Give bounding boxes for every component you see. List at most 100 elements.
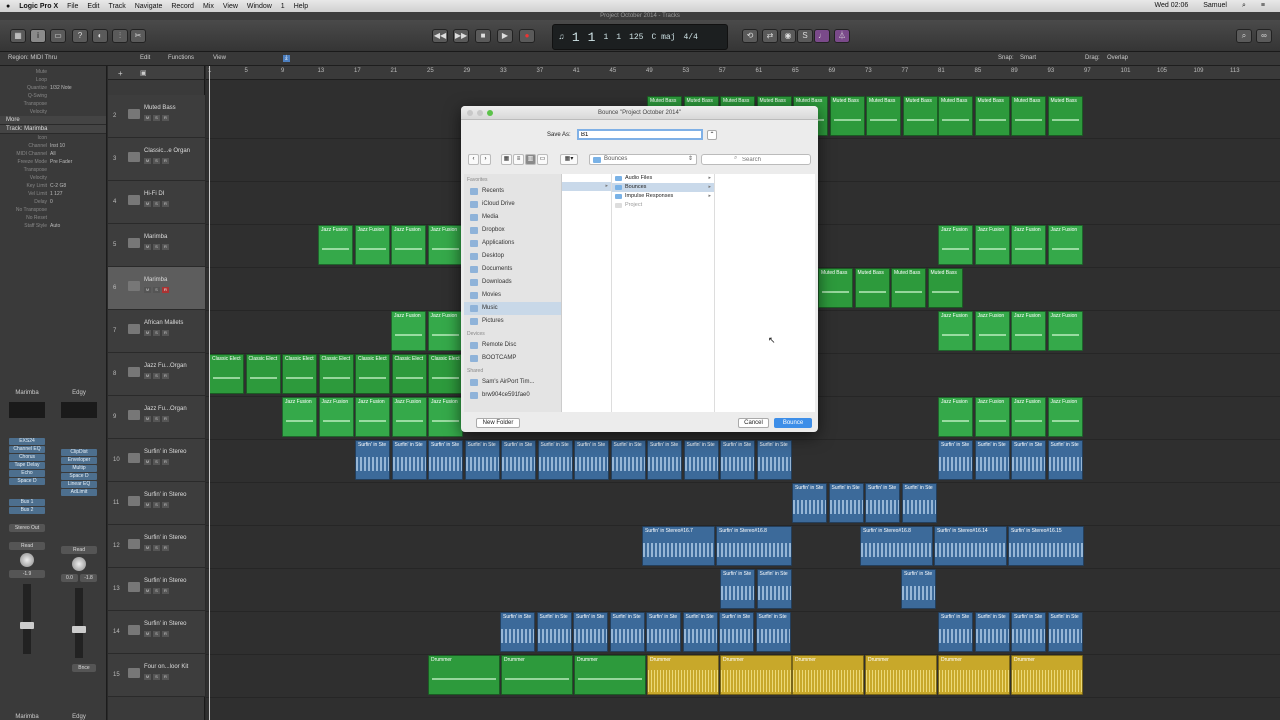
region[interactable]: Surfin' in Ste: [901, 483, 937, 523]
quick-help-icon[interactable]: ?: [72, 29, 88, 43]
search-input[interactable]: [701, 154, 811, 165]
track-icon[interactable]: [128, 668, 140, 678]
track-icon[interactable]: [128, 195, 140, 205]
track-name[interactable]: Jazz Fu...Organ: [144, 363, 187, 369]
record-enable-button[interactable]: R: [162, 588, 169, 594]
region[interactable]: Surfin' in Ste: [646, 612, 681, 652]
project-folder-row[interactable]: ▸: [562, 182, 611, 191]
region[interactable]: Surfin' in Ste: [1047, 612, 1083, 652]
track-name[interactable]: Muted Bass: [144, 105, 176, 111]
menu-view[interactable]: View: [223, 3, 238, 10]
region[interactable]: Surfin' in Ste: [683, 440, 719, 480]
fx-slot[interactable]: Linear EQ: [61, 481, 97, 488]
track-header[interactable]: 15 Four on...loor Kit M S R: [108, 654, 205, 697]
editors-icon[interactable]: ✂: [130, 29, 146, 43]
pan-knob[interactable]: [20, 553, 34, 567]
region[interactable]: Surfin' in Ste: [755, 612, 791, 652]
solo-button[interactable]: S: [153, 674, 160, 680]
menu-record[interactable]: Record: [171, 3, 194, 10]
fx-slot[interactable]: ClipDist: [61, 449, 97, 456]
track-name[interactable]: Surfin' in Stereo: [144, 449, 187, 455]
record-enable-button[interactable]: R: [162, 674, 169, 680]
param-row[interactable]: Loop: [0, 76, 106, 84]
record-enable-button[interactable]: R: [162, 158, 169, 164]
region[interactable]: Surfin' in Ste: [536, 612, 572, 652]
region[interactable]: Surfin' in Ste: [974, 440, 1010, 480]
solo-button[interactable]: S: [153, 115, 160, 121]
region[interactable]: Drummer: [1011, 655, 1083, 695]
region[interactable]: Drummer: [428, 655, 500, 695]
region[interactable]: Jazz Fusion: [938, 225, 973, 265]
region[interactable]: Drummer: [865, 655, 937, 695]
track-header[interactable]: 9 Jazz Fu...Organ M S R: [108, 396, 205, 439]
bar-ruler[interactable]: 1591317212529333741454953576165697377818…: [206, 66, 1280, 80]
region[interactable]: Surfin' in Stereo#16.8: [716, 526, 792, 566]
mute-button[interactable]: M: [144, 330, 151, 336]
fx-slot[interactable]: Enveloper: [61, 457, 97, 464]
track-header[interactable]: 10 Surfin' in Stereo M S R: [108, 439, 205, 482]
record-enable-button[interactable]: R: [162, 330, 169, 336]
region[interactable]: Surfin' in Ste: [792, 483, 827, 523]
region[interactable]: Surfin' in Ste: [756, 569, 792, 609]
browser-column-1[interactable]: ▸: [562, 174, 612, 412]
region[interactable]: Drummer: [720, 655, 792, 695]
track-name[interactable]: Marimba: [144, 234, 167, 240]
fx-slot[interactable]: Channel EQ: [9, 446, 45, 453]
track-name[interactable]: Surfin' in Stereo: [144, 621, 187, 627]
solo-icon[interactable]: S: [797, 29, 813, 43]
cycle-icon[interactable]: ⟲: [742, 29, 758, 43]
region[interactable]: Jazz Fusion: [1011, 397, 1046, 437]
save-as-input[interactable]: [577, 129, 703, 140]
track-header[interactable]: 3 Classic...e Organ M S R: [108, 138, 205, 181]
sidebar-item[interactable]: Desktop: [464, 250, 561, 263]
param-row[interactable]: No Reset: [0, 214, 106, 222]
region[interactable]: Classic Elect: [282, 354, 317, 394]
catch-icon[interactable]: ⤓: [283, 55, 290, 62]
region[interactable]: Jazz Fusion: [974, 311, 1010, 351]
menu-list-icon[interactable]: ≡: [1261, 2, 1265, 10]
sidebar-item[interactable]: Documents: [464, 263, 561, 276]
output-select[interactable]: Stereo Out: [9, 524, 45, 532]
track-icon[interactable]: [128, 238, 140, 248]
mute-button[interactable]: M: [144, 459, 151, 465]
record-enable-button[interactable]: R: [162, 115, 169, 121]
region[interactable]: Surfin' in Ste: [609, 612, 645, 652]
mute-button[interactable]: M: [144, 631, 151, 637]
region[interactable]: Muted Bass: [902, 96, 938, 136]
record-enable-button[interactable]: R: [162, 244, 169, 250]
region[interactable]: Surfin' in Ste: [756, 440, 792, 480]
track-icon[interactable]: [128, 410, 140, 420]
track-header[interactable]: 7 African Mallets M S R: [108, 310, 205, 353]
region[interactable]: Jazz Fusion: [1047, 225, 1083, 265]
region[interactable]: Surfin' in Ste: [938, 440, 973, 480]
track-name[interactable]: Hi-Fi DI: [144, 191, 164, 197]
param-row[interactable]: MIDI Channel All: [0, 150, 106, 158]
mute-button[interactable]: M: [144, 674, 151, 680]
region[interactable]: Surfin' in Ste: [574, 440, 609, 480]
track-icon[interactable]: [128, 453, 140, 463]
region[interactable]: Surfin' in Stereo#16.7: [642, 526, 715, 566]
track-header[interactable]: Track: Marimba: [0, 125, 106, 134]
region[interactable]: Surfin' in Ste: [1047, 440, 1083, 480]
icon-view-icon[interactable]: ▦: [501, 154, 512, 165]
param-row[interactable]: Staff Style Auto: [0, 222, 106, 230]
eq-display[interactable]: [9, 402, 45, 418]
volume-fader[interactable]: [20, 584, 34, 654]
zoom-icon[interactable]: [487, 110, 493, 116]
app-menu[interactable]: Logic Pro X: [19, 3, 58, 10]
region[interactable]: Jazz Fusion: [282, 397, 317, 437]
automation-mode[interactable]: Read: [9, 542, 45, 550]
region[interactable]: Surfin' in Ste: [647, 440, 682, 480]
solo-button[interactable]: S: [153, 201, 160, 207]
fx-slot[interactable]: AdLimit: [61, 489, 97, 496]
track-header[interactable]: 2 Muted Bass M S R: [108, 95, 205, 138]
region[interactable]: Jazz Fusion: [1011, 225, 1046, 265]
mute-button[interactable]: M: [144, 545, 151, 551]
mute-button[interactable]: M: [144, 201, 151, 207]
bounce-button[interactable]: Bounce: [774, 418, 812, 428]
sidebar-item[interactable]: Music: [464, 302, 561, 315]
rewind-icon[interactable]: ◀◀: [432, 29, 448, 43]
browsers-icon[interactable]: ⌕: [1236, 29, 1252, 43]
record-icon[interactable]: ●: [519, 29, 535, 43]
record-enable-button[interactable]: R: [162, 287, 169, 293]
